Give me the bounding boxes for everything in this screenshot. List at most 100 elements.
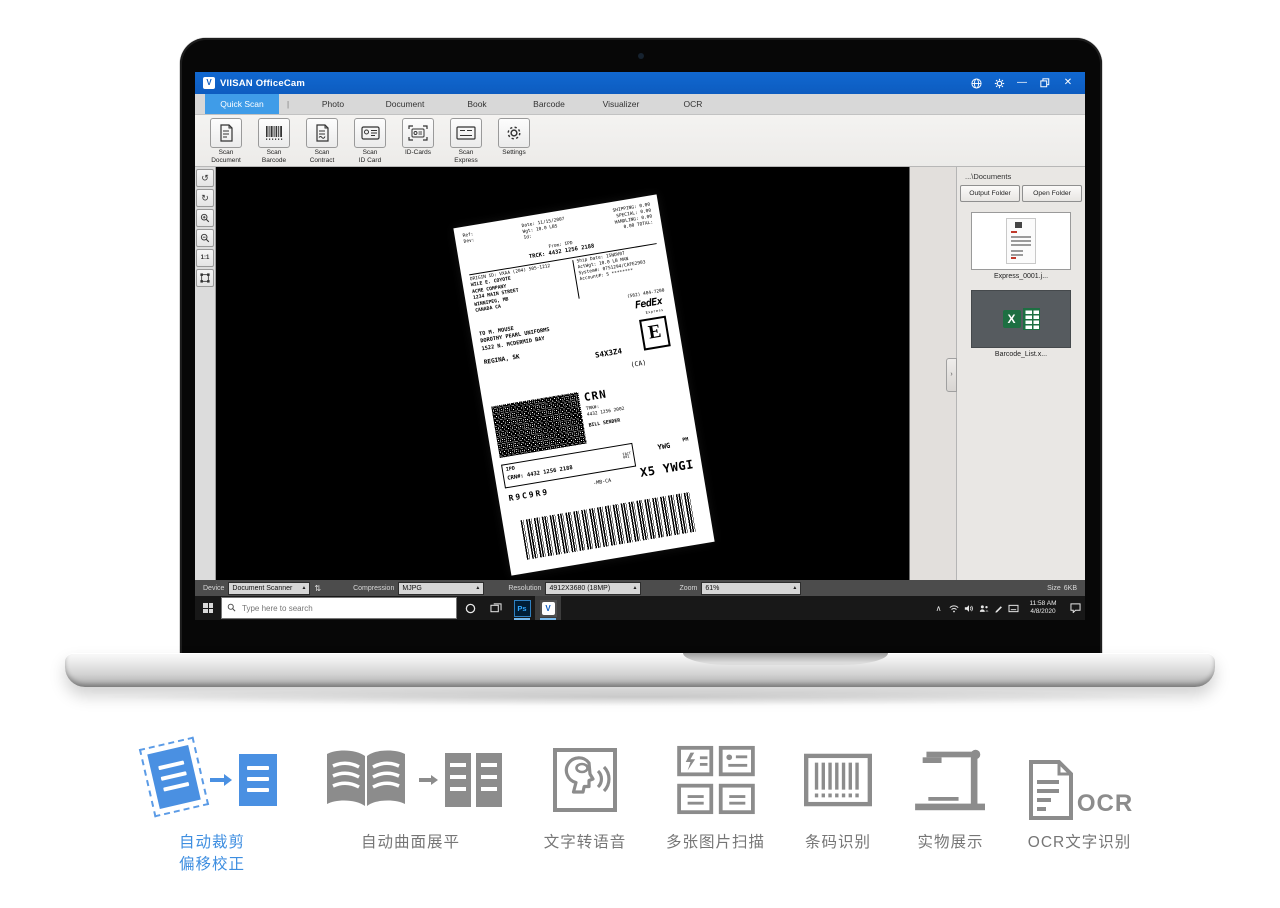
tab-book[interactable]: Book [441, 94, 513, 114]
system-tray: ∧ 11:58 AM 4/8/2020 [931, 596, 1085, 620]
tool-label: Scan Express [454, 149, 478, 164]
scan-toolbar: ScanDocument ScanBarcode ScanContract [195, 115, 1085, 167]
photoshop-taskbar-icon[interactable]: Ps [509, 596, 535, 620]
laptop-shadow [95, 688, 1185, 706]
search-icon [227, 599, 236, 617]
tool-label: Scan Barcode [261, 149, 287, 164]
zoom-label: Zoom [679, 584, 698, 592]
contract-icon [306, 118, 338, 148]
tool-label: Scan Document [211, 149, 241, 164]
label-postal-code: S4X3Z4 [594, 345, 623, 360]
fedex-service-mark: E [638, 315, 671, 351]
rotate-ccw-button[interactable]: ↺ [196, 169, 214, 187]
zoom-in-button[interactable] [196, 209, 214, 227]
laptop-screen: V VIISAN OfficeCam — ✕ Quick Scan | Phot… [195, 72, 1085, 620]
zoom-select[interactable]: 61% ▲ [701, 581, 802, 595]
scan-barcode-button[interactable]: Scan Barcode [251, 118, 297, 165]
barcode-icon [258, 118, 290, 148]
tab-ocr[interactable]: OCR [657, 94, 729, 114]
label-ipd: IPD [505, 465, 516, 473]
viisan-logo-icon: V [203, 77, 215, 89]
tool-label: ID-Cards [404, 149, 431, 156]
tab-document[interactable]: Document [369, 94, 441, 114]
file-thumbnail-barcode-list[interactable]: X Barcode_List.x... [971, 290, 1071, 358]
scan-express-button[interactable]: Scan Express [443, 118, 489, 165]
ocr-wordmark: OCR [1076, 790, 1134, 817]
restore-button[interactable] [1036, 75, 1054, 91]
page: V VIISAN OfficeCam — ✕ Quick Scan | Phot… [0, 0, 1280, 908]
tab-quick-scan[interactable]: Quick Scan [205, 94, 279, 114]
language-globe-icon[interactable] [967, 75, 985, 91]
status-bar: Device Document Scanner ▲ ⇅ Compression M… [195, 580, 1085, 596]
documents-panel: ...\Documents Output Folder Open Folder [956, 167, 1085, 580]
volume-icon[interactable] [961, 596, 976, 620]
dropdown-arrow-icon: ▲ [475, 585, 481, 591]
tab-visualizer[interactable]: Visualizer [585, 94, 657, 114]
device-select[interactable]: Document Scanner ▲ [228, 581, 311, 595]
minimize-button[interactable]: — [1013, 75, 1031, 91]
laptop-base [65, 653, 1215, 687]
panel-collapse-handle[interactable]: › [946, 357, 957, 392]
resolution-label: Resolution [508, 584, 542, 592]
book-flatten-icon [318, 738, 503, 822]
settings-gear-icon[interactable] [990, 75, 1008, 91]
settings-button[interactable]: Settings [491, 118, 537, 157]
teams-icon[interactable] [976, 596, 991, 620]
auto-crop-icon [132, 736, 292, 822]
scan-document-button[interactable]: Scan Document [203, 118, 249, 165]
id-card-icon [354, 118, 386, 148]
pen-icon[interactable] [991, 596, 1006, 620]
id-cards-button[interactable]: ID-Cards [395, 118, 441, 157]
task-view-icon[interactable] [483, 596, 509, 620]
tab-bar: Quick Scan | Photo Document Book Barcode… [195, 94, 1085, 115]
ocr-icon: OCR [1012, 738, 1147, 822]
document-camera-icon [893, 738, 1008, 822]
start-button[interactable] [195, 596, 221, 620]
output-folder-button[interactable]: Output Folder [960, 185, 1020, 202]
scan-id-card-button[interactable]: Scan ID Card [347, 118, 393, 165]
search-input[interactable] [240, 602, 451, 614]
zoom-out-button[interactable] [196, 229, 214, 247]
taskbar-clock[interactable]: 11:58 AM 4/8/2020 [1021, 600, 1065, 617]
touch-keyboard-icon[interactable] [1006, 596, 1021, 620]
close-button[interactable]: ✕ [1059, 75, 1077, 91]
multi-image-scan-icon [648, 738, 783, 822]
feature-label: 文字转语音 [543, 834, 627, 851]
resolution-select[interactable]: 4912X3680 (18MP) ▲ [545, 581, 642, 595]
excel-icon: X [1002, 308, 1040, 330]
open-folder-button[interactable]: Open Folder [1022, 185, 1082, 202]
dropdown-arrow-icon: ▲ [632, 585, 638, 591]
documents-path: ...\Documents [965, 172, 1012, 181]
camera-swap-icon[interactable]: ⇅ [314, 584, 321, 593]
feature-label: OCR文字识别 [1027, 834, 1132, 851]
mini-label-graphic [1006, 218, 1036, 264]
label-charges: SHIPPING: 0.00 SPECIAL: 0.00 HANDLING: 0.0… [612, 202, 654, 230]
tool-label: Scan ID Card [358, 149, 382, 164]
action-center-icon[interactable] [1065, 596, 1085, 620]
file-name: Express_0001.j... [993, 273, 1049, 280]
viisan-taskbar-icon[interactable]: V [535, 596, 561, 620]
label-r9-code: R9C9R9 [507, 486, 550, 503]
feature-label: 自动曲面展平 [360, 834, 460, 851]
feature-book-flatten: 自动曲面展平 [318, 738, 503, 854]
file-thumbnail-express[interactable]: Express_0001.j... [971, 212, 1071, 280]
scan-preview-canvas[interactable]: Ref: Dev: Date: 11/15/2007 Wgt: 10.0 LBS Id… [216, 167, 909, 580]
label-country: (CA) [629, 358, 647, 369]
crop-button[interactable] [196, 269, 214, 287]
network-icon[interactable] [946, 596, 961, 620]
label-route: -MB-CA [592, 477, 612, 487]
tab-separator: | [286, 99, 290, 109]
scan-contract-button[interactable]: Scan Contract [299, 118, 345, 165]
actual-size-button[interactable]: 1:1 [196, 249, 214, 267]
tab-photo[interactable]: Photo [297, 94, 369, 114]
taskbar-search[interactable] [221, 597, 457, 619]
tab-barcode[interactable]: Barcode [513, 94, 585, 114]
feature-text-to-speech: 文字转语音 [520, 738, 650, 854]
rotate-cw-button[interactable]: ↻ [196, 189, 214, 207]
feature-auto-crop: 自动裁剪 偏移校正 [132, 736, 292, 877]
tray-chevron-icon[interactable]: ∧ [931, 596, 946, 620]
label-recipient: TO M. MOUSE DOROTHY PEARL UNIFORMS 1522 … [479, 320, 554, 368]
cortana-icon[interactable] [457, 596, 483, 620]
arrow-right-icon [418, 774, 438, 785]
compression-select[interactable]: MJPG ▲ [398, 581, 485, 595]
